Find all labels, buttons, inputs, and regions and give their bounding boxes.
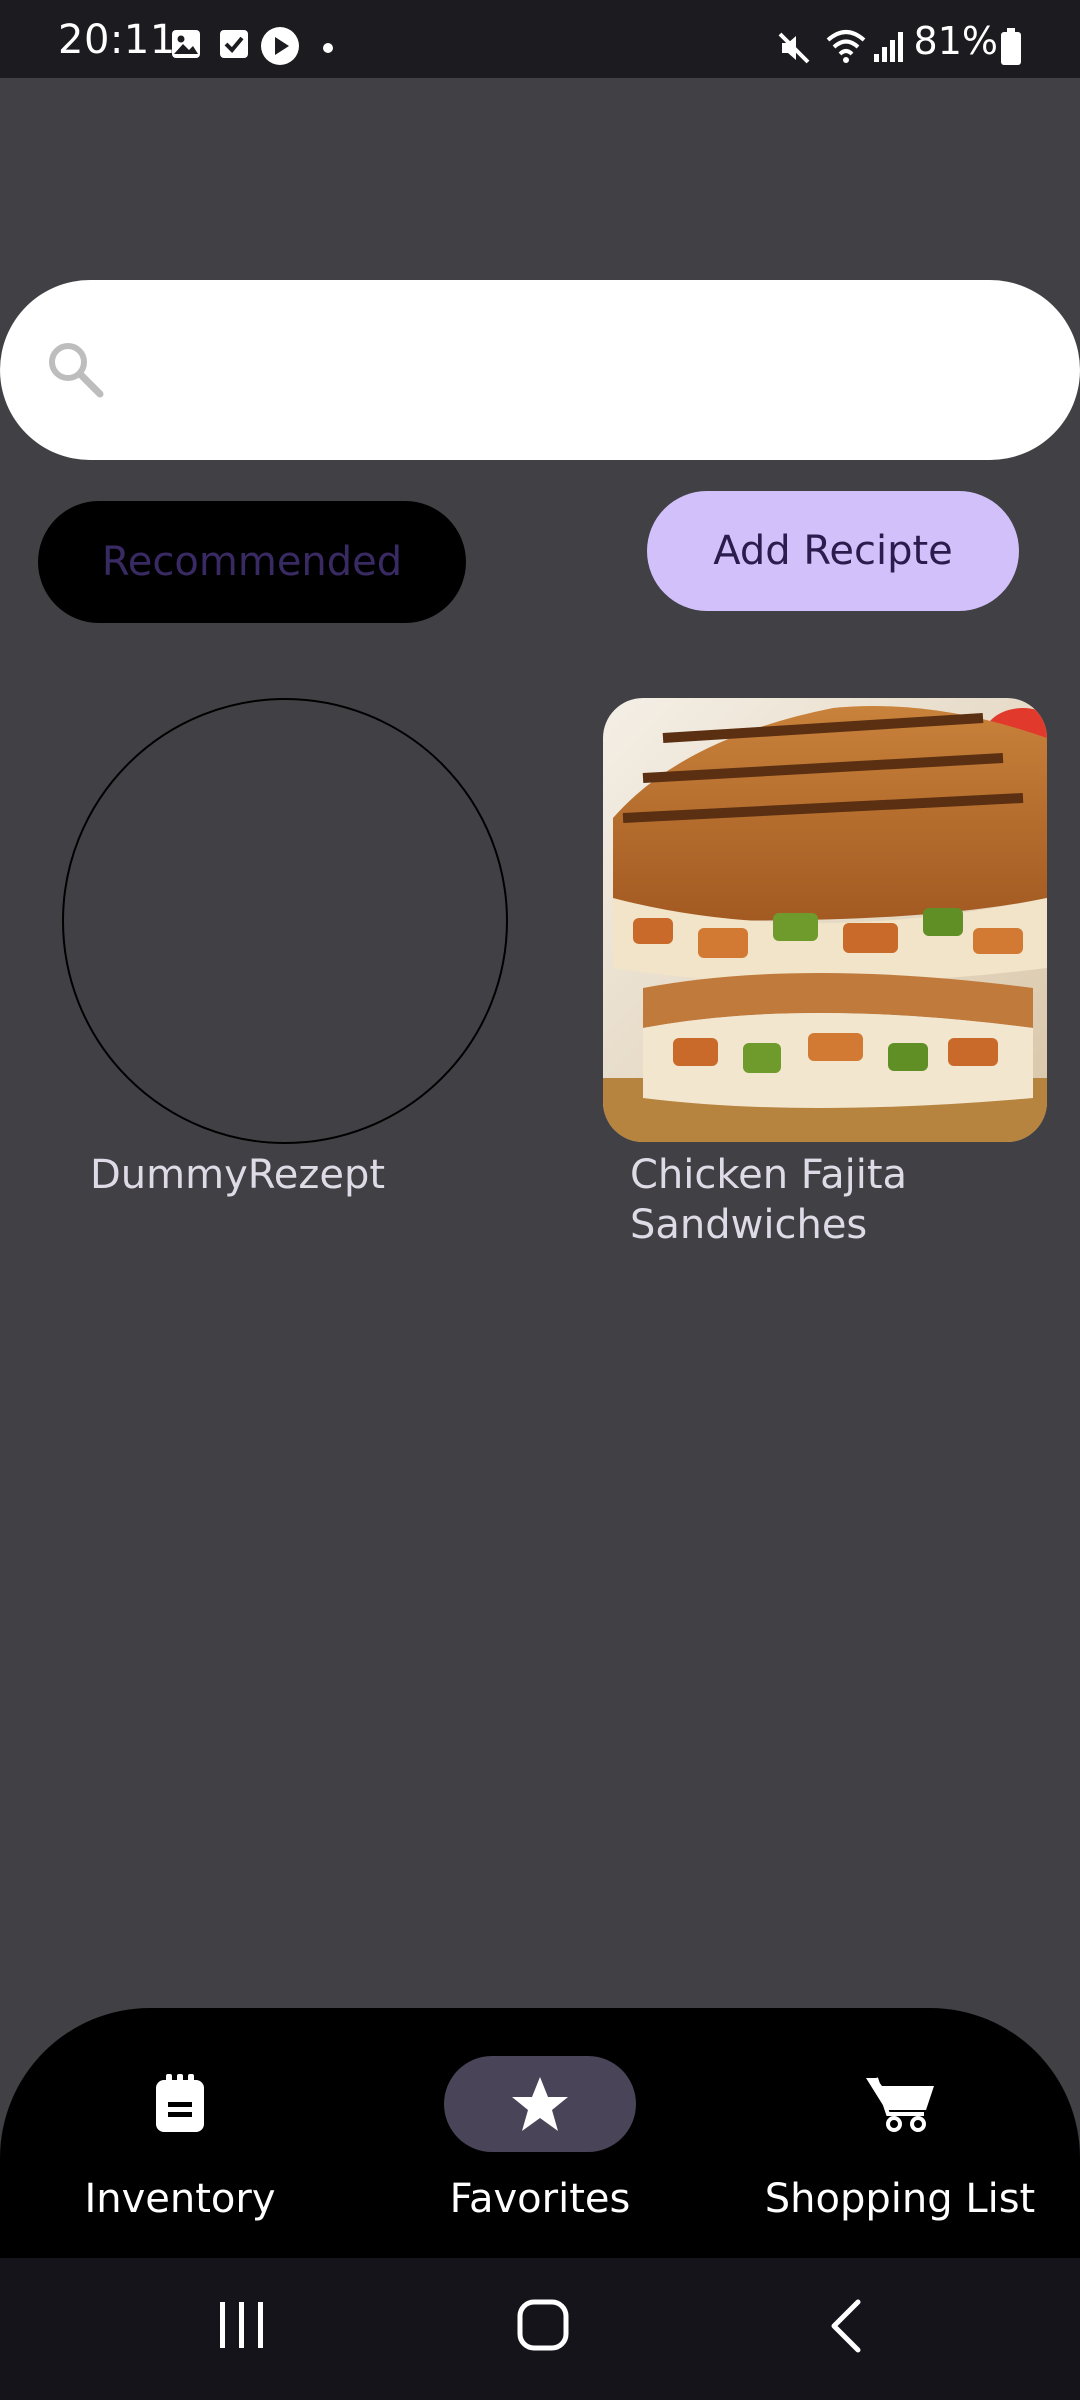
wifi-icon: [826, 30, 866, 63]
nav-active-indicator: [444, 2056, 636, 2152]
cart-icon: [866, 2077, 934, 2132]
status-time: 20:11: [58, 17, 176, 63]
clipboard-icon: [156, 2074, 204, 2132]
recipe-image-placeholder[interactable]: [62, 698, 508, 1144]
nav-item-shopping-list[interactable]: Shopping List: [720, 2048, 1080, 2248]
nav-icon-container: [804, 2056, 996, 2152]
signal-icon: [874, 32, 903, 62]
home-icon[interactable]: [516, 2298, 570, 2352]
nav-label-inventory: Inventory: [84, 2176, 276, 2222]
battery-percentage: 81%: [913, 19, 998, 63]
dot-icon: [323, 43, 333, 53]
recipe-title[interactable]: DummyRezept: [90, 1150, 570, 1200]
sandwich-image: [603, 698, 1047, 1142]
star-icon: [512, 2077, 568, 2131]
mute-icon: [778, 32, 810, 64]
add-recipe-button[interactable]: Add Recipte: [647, 491, 1019, 611]
play-icon: [261, 27, 299, 65]
nav-item-favorites[interactable]: Favorites: [360, 2048, 720, 2248]
nav-item-inventory[interactable]: Inventory: [0, 2048, 360, 2248]
system-navigation-bar: [0, 2258, 1080, 2400]
battery-icon: [1001, 28, 1021, 65]
search-bar[interactable]: [0, 280, 1080, 460]
recommended-button[interactable]: Recommended: [38, 501, 466, 623]
check-box-icon: [220, 30, 248, 58]
recent-apps-icon[interactable]: [216, 2298, 268, 2352]
recipe-title[interactable]: Chicken Fajita Sandwiches: [630, 1150, 1050, 1250]
nav-label-shopping-list: Shopping List: [764, 2176, 1036, 2222]
search-icon: [49, 343, 104, 398]
image-icon: [172, 30, 200, 58]
status-bar: 20:11 81%: [0, 0, 1080, 78]
recipe-image-chicken-fajita-sandwiches[interactable]: [603, 698, 1047, 1142]
nav-icon-container: [84, 2056, 276, 2152]
back-icon[interactable]: [826, 2298, 866, 2354]
search-input[interactable]: [120, 320, 1020, 420]
nav-label-favorites: Favorites: [449, 2176, 631, 2222]
bottom-navigation: Inventory Favorites Shopping List: [0, 2008, 1080, 2258]
